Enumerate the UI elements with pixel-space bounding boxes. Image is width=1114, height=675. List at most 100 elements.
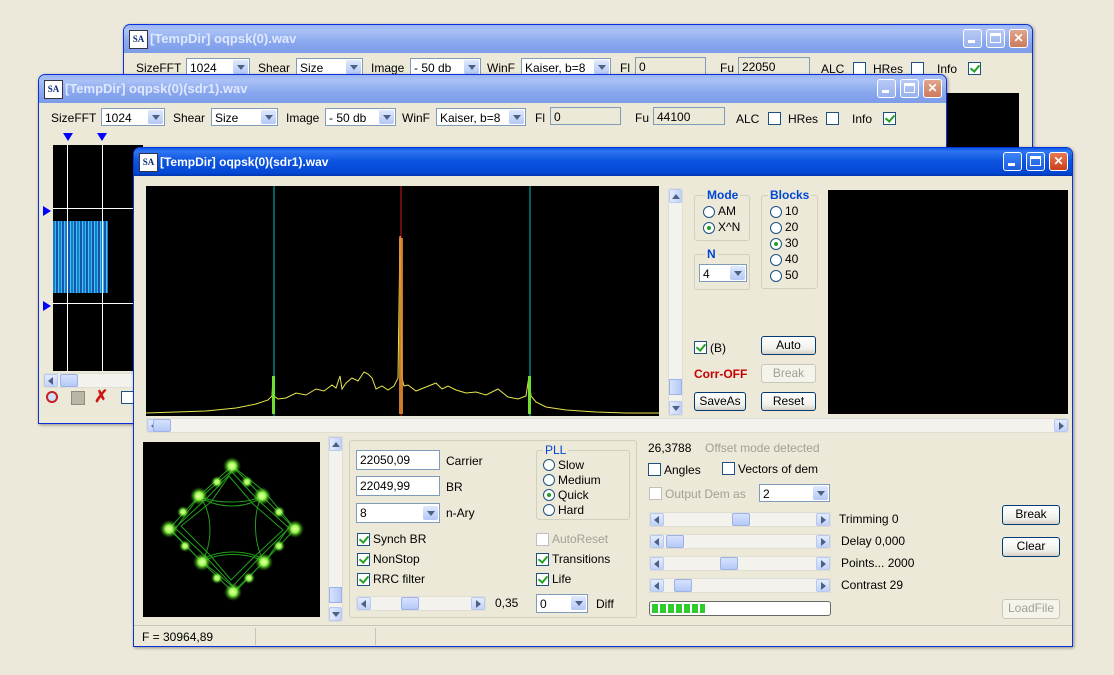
scroll-up-icon[interactable] bbox=[669, 189, 682, 203]
scroll-right-icon[interactable] bbox=[471, 597, 485, 610]
scroll-down-icon[interactable] bbox=[329, 607, 342, 621]
close-button[interactable]: ✕ bbox=[923, 79, 942, 98]
angles-checkbox[interactable] bbox=[648, 463, 661, 476]
scroll-down-icon[interactable] bbox=[669, 401, 682, 415]
loadfile-button[interactable]: LoadFile bbox=[1002, 599, 1060, 619]
contrast-slider[interactable] bbox=[649, 578, 831, 593]
scroll-right-icon[interactable] bbox=[816, 579, 830, 592]
slider-thumb[interactable] bbox=[666, 535, 684, 548]
reset-button[interactable]: Reset bbox=[761, 392, 816, 411]
carrier-field[interactable]: 22050,09 bbox=[356, 450, 440, 470]
scroll-left-icon[interactable] bbox=[357, 597, 371, 610]
blocks-30-radio[interactable] bbox=[770, 238, 782, 250]
scroll-thumb[interactable] bbox=[669, 379, 682, 395]
scroll-right-icon[interactable] bbox=[816, 513, 830, 526]
clear-button[interactable]: Clear bbox=[1002, 537, 1060, 557]
rrc-filter-checkbox[interactable] bbox=[357, 573, 370, 586]
output-dem-checkbox[interactable] bbox=[649, 487, 662, 500]
delete-icon[interactable]: ✗ bbox=[94, 387, 108, 407]
maximize-button[interactable] bbox=[1026, 152, 1045, 171]
spectrum-panel[interactable] bbox=[146, 186, 659, 416]
sizefft-select[interactable]: 1024 bbox=[101, 108, 165, 126]
scroll-left-icon[interactable] bbox=[650, 557, 664, 570]
save-disk-icon[interactable] bbox=[71, 391, 85, 405]
scroll-left-icon[interactable] bbox=[650, 513, 664, 526]
transitions-checkbox[interactable] bbox=[536, 553, 549, 566]
fl-field[interactable]: 0 bbox=[635, 57, 706, 75]
br-field[interactable]: 22049,99 bbox=[356, 476, 440, 496]
maximize-button[interactable] bbox=[986, 29, 1005, 48]
trimming-slider[interactable] bbox=[649, 512, 831, 527]
slider-thumb[interactable] bbox=[732, 513, 750, 526]
info-checkbox[interactable] bbox=[883, 112, 896, 125]
blocks-10-radio[interactable] bbox=[770, 206, 782, 218]
marker-left-top-icon[interactable] bbox=[43, 206, 51, 216]
points-slider[interactable] bbox=[649, 556, 831, 571]
output-dem-select[interactable]: 2 bbox=[759, 484, 830, 502]
break-button-2[interactable]: Break bbox=[1002, 505, 1060, 525]
pll-quick-radio[interactable] bbox=[543, 489, 555, 501]
marker-top-left-icon[interactable] bbox=[63, 133, 73, 141]
close-button[interactable]: ✕ bbox=[1049, 152, 1068, 171]
break-button[interactable]: Break bbox=[761, 364, 816, 383]
n-select[interactable]: 4 bbox=[699, 264, 747, 282]
fl-field[interactable]: 0 bbox=[550, 107, 621, 125]
slider-thumb[interactable] bbox=[401, 597, 419, 610]
middle-title-bar[interactable]: SA [TempDir] oqpsk(0)(sdr1).wav ✕ bbox=[39, 75, 946, 103]
scroll-left-icon[interactable] bbox=[44, 374, 58, 387]
scroll-right-icon[interactable] bbox=[1054, 419, 1068, 432]
nonstop-checkbox[interactable] bbox=[357, 553, 370, 566]
scroll-up-icon[interactable] bbox=[329, 437, 342, 451]
auto-button[interactable]: Auto bbox=[761, 336, 816, 355]
scroll-left-icon[interactable] bbox=[650, 535, 664, 548]
minimize-button[interactable] bbox=[877, 79, 896, 98]
fu-field[interactable]: 22050 bbox=[738, 57, 810, 75]
scroll-thumb[interactable] bbox=[60, 374, 78, 387]
life-checkbox[interactable] bbox=[536, 573, 549, 586]
filter-slider[interactable] bbox=[356, 596, 486, 611]
pll-hard-radio[interactable] bbox=[543, 504, 555, 516]
minimize-button[interactable] bbox=[1003, 152, 1022, 171]
marker-left-bottom-icon[interactable] bbox=[43, 301, 51, 311]
mode-am-radio[interactable] bbox=[703, 206, 715, 218]
alc-checkbox[interactable] bbox=[768, 112, 781, 125]
zoom-in-icon[interactable] bbox=[46, 391, 58, 403]
waterfall-panel[interactable] bbox=[53, 145, 143, 371]
maximize-button[interactable] bbox=[900, 79, 919, 98]
vectors-checkbox[interactable] bbox=[722, 462, 735, 475]
b-checkbox[interactable] bbox=[694, 341, 707, 354]
spectrum-vscroll[interactable] bbox=[668, 188, 683, 416]
blocks-50-radio[interactable] bbox=[770, 270, 782, 282]
slider-thumb[interactable] bbox=[720, 557, 738, 570]
shear-select[interactable]: Size bbox=[211, 108, 278, 126]
delay-slider[interactable] bbox=[649, 534, 831, 549]
pll-slow-radio[interactable] bbox=[543, 459, 555, 471]
scroll-thumb[interactable] bbox=[329, 587, 342, 603]
diff-select[interactable]: 0 bbox=[536, 594, 588, 613]
scroll-thumb[interactable] bbox=[153, 419, 171, 432]
constellation-panel[interactable] bbox=[143, 442, 320, 617]
back-title-bar[interactable]: SA [TempDir] oqpsk(0).wav ✕ bbox=[124, 25, 1032, 53]
marker-top-right-icon[interactable] bbox=[97, 133, 107, 141]
waterfall-scrollbar[interactable] bbox=[43, 373, 135, 388]
front-title-bar[interactable]: SA [TempDir] oqpsk(0)(sdr1).wav ✕ bbox=[134, 148, 1072, 176]
minimize-button[interactable] bbox=[963, 29, 982, 48]
saveas-button[interactable]: SaveAs bbox=[694, 392, 746, 411]
blocks-40-radio[interactable] bbox=[770, 254, 782, 266]
scroll-right-icon[interactable] bbox=[816, 535, 830, 548]
winf-select[interactable]: Kaiser, b=8 bbox=[436, 108, 526, 126]
synch-br-checkbox[interactable] bbox=[357, 533, 370, 546]
constellation-vscroll[interactable] bbox=[328, 436, 343, 622]
info-checkbox[interactable] bbox=[968, 62, 981, 75]
fu-field[interactable]: 44100 bbox=[653, 107, 725, 125]
close-button[interactable]: ✕ bbox=[1009, 29, 1028, 48]
slider-thumb[interactable] bbox=[674, 579, 692, 592]
blocks-20-radio[interactable] bbox=[770, 222, 782, 234]
scroll-left-icon[interactable] bbox=[650, 579, 664, 592]
spectrum-hscroll[interactable] bbox=[146, 418, 1069, 433]
hres-checkbox[interactable] bbox=[826, 112, 839, 125]
nary-select[interactable]: 8 bbox=[356, 503, 440, 523]
autoreset-checkbox[interactable] bbox=[536, 533, 549, 546]
pll-medium-radio[interactable] bbox=[543, 474, 555, 486]
mode-xn-radio[interactable] bbox=[703, 222, 715, 234]
